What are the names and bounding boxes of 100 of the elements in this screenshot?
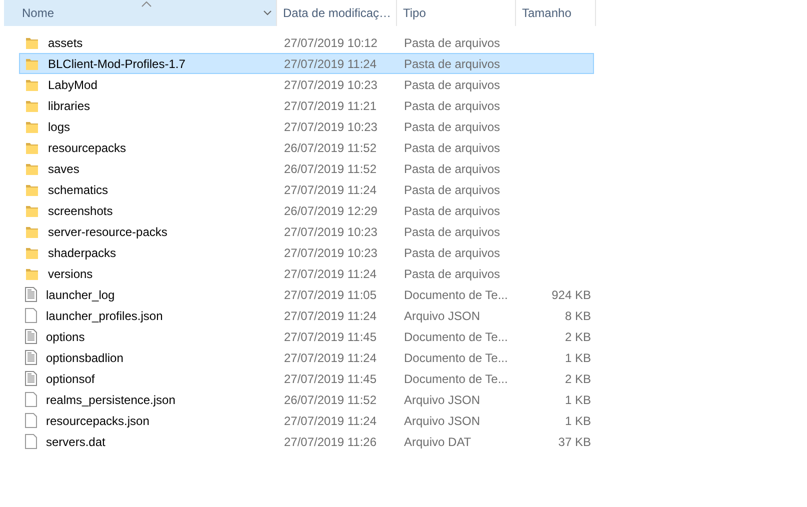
file-row[interactable]: realms_persistence.json 26/07/2019 11:52 Arquivo JSON 1 KB [19,389,594,410]
file-row[interactable]: BLClient-Mod-Profiles-1.7 27/07/2019 11:24 Pasta de arquivos [19,53,594,74]
modified-date: 26/07/2019 11:52 [283,392,378,408]
file-row[interactable]: launcher_profiles.json 27/07/2019 11:24 Arquivo JSON 8 KB [19,305,594,326]
modified-date: 27/07/2019 10:12 [283,34,378,52]
column-header[interactable]: Tamanho [516,0,596,26]
file-type: Arquivo JSON [403,412,482,430]
file-name: realms_persistence.json [46,392,176,408]
file-icon [25,308,37,323]
file-row[interactable]: assets 27/07/2019 10:12 Pasta de arquivos [19,32,594,53]
modified-date: 27/07/2019 10:23 [283,224,378,240]
file-type: Pasta de arquivos [403,56,502,72]
folder-icon [25,162,39,176]
folder-icon [25,182,39,196]
file-size: 2 KB [564,370,591,388]
file-type: Arquivo DAT [403,434,472,450]
file-row[interactable]: LabyMod 27/07/2019 10:23 Pasta de arquivos [19,74,594,95]
file-name: saves [48,160,80,178]
file-type: Documento de Te... [403,286,509,304]
file-row[interactable]: saves 26/07/2019 11:52 Pasta de arquivos [19,158,594,179]
file-icon [25,392,37,407]
file-name: servers.dat [46,434,106,450]
file-row[interactable]: screenshots 26/07/2019 12:29 Pasta de arquivos [19,200,594,221]
file-row[interactable]: logs 27/07/2019 10:23 Pasta de arquivos [19,116,594,137]
file-name: optionsbadlion [46,350,124,366]
column-header[interactable]: Data de modificaç… [277,0,397,26]
text-document-icon [25,329,37,344]
modified-date: 27/07/2019 11:24 [283,182,378,198]
modified-date: 27/07/2019 11:45 [283,370,378,388]
file-name: BLClient-Mod-Profiles-1.7 [48,56,186,72]
file-type: Pasta de arquivos [403,140,502,156]
file-size: 924 KB [552,286,591,304]
modified-date: 27/07/2019 11:24 [283,266,378,282]
file-name: schematics [48,182,108,198]
folder-icon [25,140,39,154]
text-document-icon [25,350,37,365]
folder-icon [25,266,39,280]
file-name: launcher_log [46,286,115,304]
file-row[interactable]: server-resource-packs 27/07/2019 10:23 Pasta de arquivos [19,221,594,242]
file-type: Pasta de arquivos [403,182,502,198]
file-name: launcher_profiles.json [46,308,163,324]
file-name: options [46,328,85,346]
file-type: Pasta de arquivos [403,202,502,220]
folder-icon [25,56,39,70]
modified-date: 27/07/2019 10:23 [283,76,378,94]
file-row[interactable]: launcher_log 27/07/2019 11:05 Documento de Te... 924 KB [19,284,594,305]
file-icon [25,434,37,449]
file-row[interactable]: versions 27/07/2019 11:24 Pasta de arquivos [19,263,594,284]
file-row[interactable]: resourcepacks.json 27/07/2019 11:24 Arquivo JSON 1 KB [19,410,594,431]
folder-icon [25,98,39,112]
file-type: Pasta de arquivos [403,118,502,136]
file-name: resourcepacks [48,140,126,156]
column-header[interactable]: Nome [4,0,277,26]
file-row[interactable]: shaderpacks 27/07/2019 10:23 Pasta de arquivos [19,242,594,263]
folder-icon [25,224,39,238]
modified-date: 27/07/2019 11:05 [283,286,378,304]
file-type: Pasta de arquivos [403,160,502,178]
file-row[interactable]: optionsof 27/07/2019 11:45 Documento de Te... 2 KB [19,368,594,389]
file-name: optionsof [46,370,95,388]
file-type: Documento de Te... [403,350,509,366]
file-row[interactable]: libraries 27/07/2019 11:21 Pasta de arquivos [19,95,594,116]
column-header[interactable]: Tipo [397,0,516,26]
sort-caret-icon [141,1,152,7]
modified-date: 27/07/2019 11:21 [283,98,378,114]
modified-date: 27/07/2019 10:23 [283,244,378,262]
file-size: 1 KB [564,350,591,366]
file-name: server-resource-packs [48,224,168,240]
file-type: Pasta de arquivos [403,76,502,94]
file-type: Documento de Te... [403,328,509,346]
folder-icon [25,246,39,260]
file-name: assets [48,34,83,52]
file-size: 1 KB [564,392,591,408]
file-name: shaderpacks [48,244,116,262]
folder-icon [25,36,39,50]
file-row[interactable]: options 27/07/2019 11:45 Documento de Te... 2 KB [19,326,594,347]
dropdown-chevron-icon[interactable] [263,10,272,16]
file-type: Arquivo JSON [403,392,482,408]
file-type: Documento de Te... [403,370,509,388]
file-type: Pasta de arquivos [403,266,502,282]
folder-icon [25,78,39,92]
file-icon [25,413,37,428]
file-row[interactable]: resourcepacks 26/07/2019 11:52 Pasta de arquivos [19,137,594,158]
file-row[interactable]: optionsbadlion 27/07/2019 11:24 Documento de Te... 1 KB [19,347,594,368]
file-size: 8 KB [564,308,591,324]
file-name: logs [48,118,70,136]
modified-date: 27/07/2019 11:24 [283,412,378,430]
file-name: versions [48,266,93,282]
modified-date: 27/07/2019 11:45 [283,328,378,346]
file-type: Pasta de arquivos [403,224,502,240]
modified-date: 27/07/2019 11:24 [283,56,378,72]
text-document-icon [25,371,37,386]
file-row[interactable]: servers.dat 27/07/2019 11:26 Arquivo DAT 37 KB [19,431,594,452]
modified-date: 26/07/2019 12:29 [283,202,378,220]
file-type: Pasta de arquivos [403,98,502,114]
file-type: Pasta de arquivos [403,34,502,52]
modified-date: 27/07/2019 10:23 [283,118,378,136]
file-size: 1 KB [564,412,591,430]
file-row[interactable]: schematics 27/07/2019 11:24 Pasta de arquivos [19,179,594,200]
modified-date: 27/07/2019 11:24 [283,350,378,366]
file-type: Arquivo JSON [403,308,482,324]
